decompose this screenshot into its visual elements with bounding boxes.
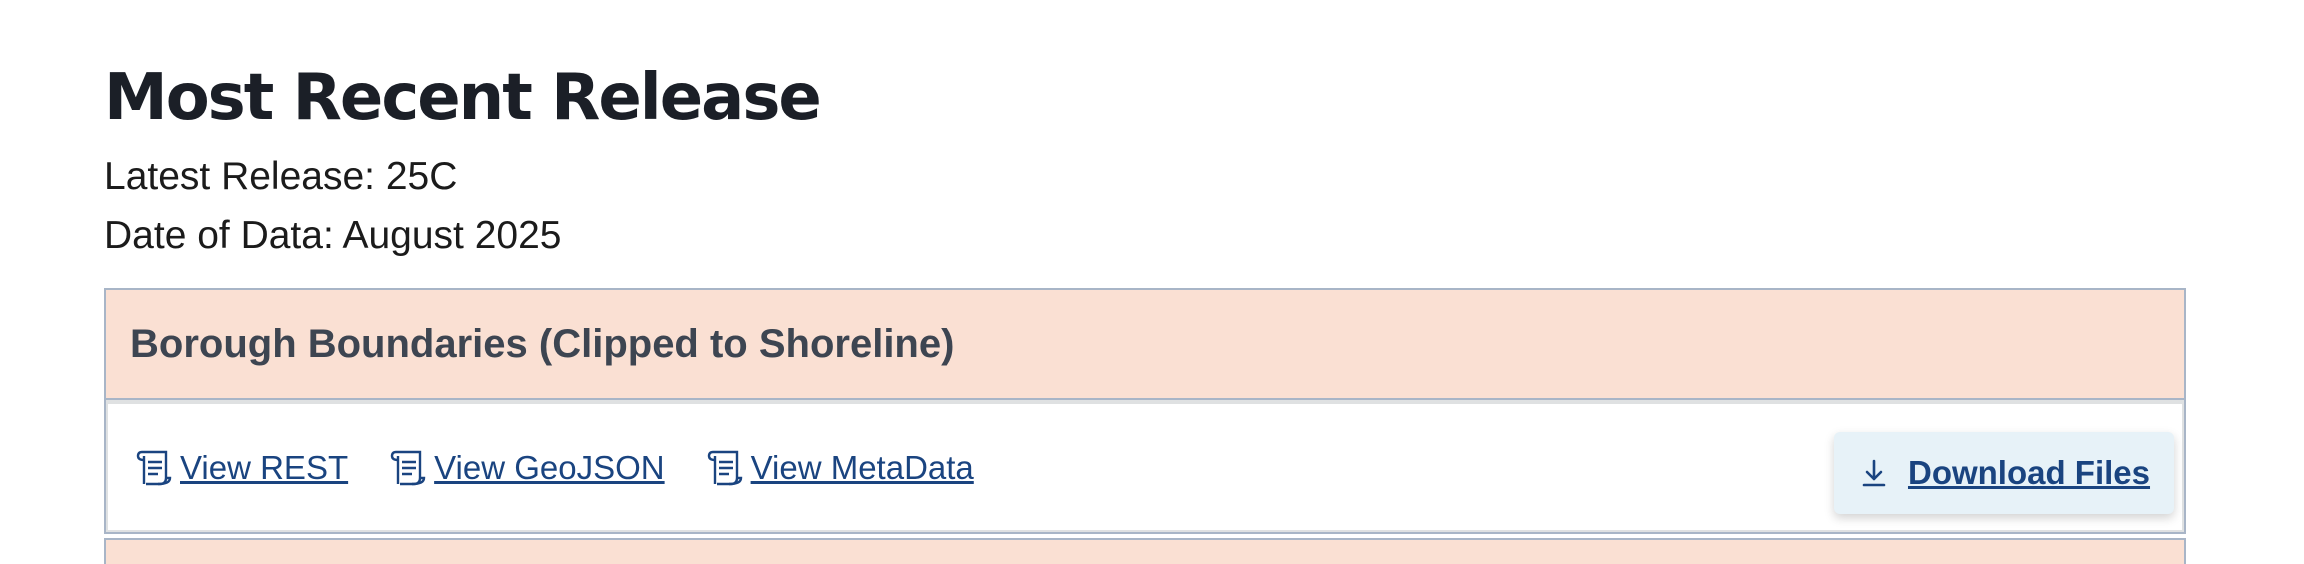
download-files-button[interactable]: Download Files xyxy=(1834,432,2174,514)
view-geojson-link[interactable]: View GeoJSON xyxy=(434,446,664,490)
scroll-doc-icon xyxy=(390,450,426,486)
page-title: Most Recent Release xyxy=(104,61,822,135)
scroll-doc-icon xyxy=(136,450,172,486)
download-icon xyxy=(1862,459,1886,487)
view-metadata-link[interactable]: View MetaData xyxy=(751,446,974,490)
view-rest-link[interactable]: View REST xyxy=(180,446,348,490)
view-metadata-item[interactable]: View MetaData xyxy=(705,446,974,490)
scroll-doc-icon xyxy=(707,450,742,486)
view-geojson-item[interactable]: View GeoJSON xyxy=(388,446,665,490)
next-dataset-card-header xyxy=(104,538,2186,564)
dataset-links: View REST View GeoJSON View MetaData xyxy=(134,446,1014,490)
dataset-title: Borough Boundaries (Clipped to Shoreline… xyxy=(130,322,955,366)
release-page: Most Recent Release Latest Release: 25C … xyxy=(0,0,2304,564)
view-rest-item[interactable]: View REST xyxy=(134,446,348,490)
dataset-card: Borough Boundaries (Clipped to Shoreline… xyxy=(104,288,2186,564)
dataset-card-header: Borough Boundaries (Clipped to Shoreline… xyxy=(104,288,2186,400)
dataset-card-body: View REST View GeoJSON View MetaData Dow… xyxy=(104,400,2186,534)
latest-release-text: Latest Release: 25C xyxy=(104,155,458,198)
date-of-data-text: Date of Data: August 2025 xyxy=(104,214,562,257)
download-files-label[interactable]: Download Files xyxy=(1908,454,2150,492)
